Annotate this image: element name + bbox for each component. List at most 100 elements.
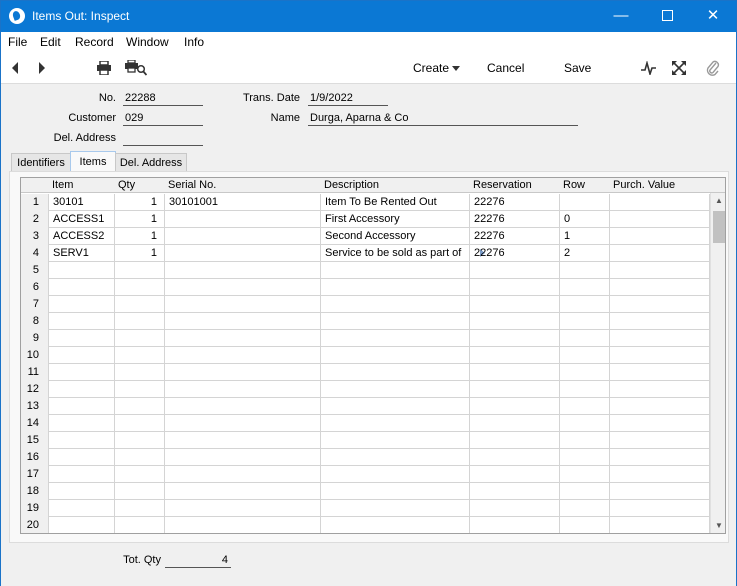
cell-reservation[interactable] — [470, 500, 560, 517]
cell-reservation[interactable]: 22276 — [470, 228, 560, 245]
cell-purch-value[interactable] — [610, 364, 710, 381]
cell-purch-value[interactable] — [610, 432, 710, 449]
cell-item[interactable] — [49, 330, 115, 347]
cell-serial-no[interactable] — [165, 279, 321, 296]
cell-description[interactable]: First Accessory — [321, 211, 470, 228]
cell-serial-no[interactable] — [165, 432, 321, 449]
table-row[interactable]: 11 — [21, 364, 710, 381]
cell-purch-value[interactable] — [610, 245, 710, 262]
cell-row[interactable]: 1 — [560, 228, 610, 245]
cell-purch-value[interactable] — [610, 296, 710, 313]
column-header-row[interactable]: Row — [563, 179, 585, 191]
del-address-field[interactable] — [123, 132, 203, 146]
cell-qty[interactable] — [115, 364, 165, 381]
cell-description[interactable] — [321, 313, 470, 330]
cell-serial-no[interactable] — [165, 313, 321, 330]
table-row[interactable]: 10 — [21, 347, 710, 364]
cell-item[interactable] — [49, 483, 115, 500]
cell-item[interactable] — [49, 296, 115, 313]
table-row[interactable]: 6 — [21, 279, 710, 296]
cell-description[interactable] — [321, 364, 470, 381]
cell-row[interactable] — [560, 347, 610, 364]
table-row[interactable]: 19 — [21, 500, 710, 517]
arrow-right-icon[interactable] — [37, 61, 47, 75]
name-field[interactable]: Durga, Aparna & Co — [308, 112, 578, 126]
cell-item[interactable] — [49, 415, 115, 432]
column-header-purch-value[interactable]: Purch. Value — [613, 179, 675, 191]
table-row[interactable]: 7 — [21, 296, 710, 313]
cell-row[interactable] — [560, 500, 610, 517]
cell-description[interactable] — [321, 415, 470, 432]
cell-reservation[interactable] — [470, 313, 560, 330]
cell-qty[interactable]: 1 — [115, 194, 165, 211]
cell-row[interactable] — [560, 449, 610, 466]
activity-icon[interactable] — [641, 61, 656, 75]
cell-row[interactable] — [560, 466, 610, 483]
cell-item[interactable] — [49, 381, 115, 398]
table-row[interactable]: 2 ACCESS1 1 First Accessory 22276 0 — [21, 211, 710, 228]
cell-description[interactable] — [321, 466, 470, 483]
cell-row[interactable] — [560, 364, 610, 381]
paperclip-icon[interactable] — [706, 59, 720, 77]
column-header-serial-no[interactable]: Serial No. — [168, 179, 216, 191]
cell-description[interactable] — [321, 500, 470, 517]
cell-reservation[interactable] — [470, 279, 560, 296]
cell-reservation[interactable]: 22276 — [470, 245, 560, 262]
cell-reservation[interactable] — [470, 483, 560, 500]
save-button[interactable]: Save — [564, 61, 591, 75]
cell-serial-no[interactable] — [165, 296, 321, 313]
table-row[interactable]: 13 — [21, 398, 710, 415]
chevron-down-icon[interactable] — [452, 66, 460, 71]
cell-reservation[interactable] — [470, 347, 560, 364]
cell-serial-no[interactable] — [165, 330, 321, 347]
cell-qty[interactable]: 1 — [115, 228, 165, 245]
cell-reservation[interactable] — [470, 262, 560, 279]
cell-description[interactable] — [321, 398, 470, 415]
cell-purch-value[interactable] — [610, 194, 710, 211]
cell-item[interactable]: SERV1 — [49, 245, 115, 262]
cell-serial-no[interactable] — [165, 228, 321, 245]
column-header-qty[interactable]: Qty — [118, 179, 135, 191]
cell-reservation[interactable] — [470, 381, 560, 398]
cell-description[interactable] — [321, 517, 470, 533]
scroll-down-icon[interactable]: ▼ — [711, 518, 725, 533]
cancel-button[interactable]: Cancel — [487, 61, 524, 75]
cell-item[interactable] — [49, 347, 115, 364]
cell-purch-value[interactable] — [610, 279, 710, 296]
cell-qty[interactable] — [115, 279, 165, 296]
cell-purch-value[interactable] — [610, 449, 710, 466]
cell-item[interactable]: ACCESS2 — [49, 228, 115, 245]
cell-qty[interactable] — [115, 517, 165, 533]
table-row[interactable]: 4 SERV1 1 Service to be sold as part of 2227… — [21, 245, 710, 262]
table-row[interactable]: 16 — [21, 449, 710, 466]
cell-item[interactable]: ACCESS1 — [49, 211, 115, 228]
cell-reservation[interactable] — [470, 296, 560, 313]
cell-purch-value[interactable] — [610, 262, 710, 279]
cell-item[interactable] — [49, 517, 115, 533]
cell-row[interactable] — [560, 381, 610, 398]
cell-description[interactable] — [321, 347, 470, 364]
cell-description[interactable] — [321, 296, 470, 313]
trans-date-field[interactable]: 1/9/2022 — [308, 92, 388, 106]
cell-reservation[interactable] — [470, 398, 560, 415]
table-row[interactable]: 17 — [21, 466, 710, 483]
table-row[interactable]: 5 — [21, 262, 710, 279]
cell-reservation[interactable] — [470, 432, 560, 449]
table-row[interactable]: 3 ACCESS2 1 Second Accessory 22276 1 — [21, 228, 710, 245]
cell-serial-no[interactable] — [165, 381, 321, 398]
cell-row[interactable] — [560, 398, 610, 415]
cell-serial-no[interactable] — [165, 415, 321, 432]
table-row[interactable]: 8 — [21, 313, 710, 330]
cell-serial-no[interactable] — [165, 364, 321, 381]
tab-identifiers[interactable]: Identifiers — [11, 153, 71, 172]
tab-del-address[interactable]: Del. Address — [115, 153, 187, 172]
cell-row[interactable]: 0 — [560, 211, 610, 228]
cell-item[interactable] — [49, 313, 115, 330]
cell-description[interactable] — [321, 262, 470, 279]
cell-reservation[interactable] — [470, 449, 560, 466]
cell-qty[interactable] — [115, 262, 165, 279]
cell-qty[interactable] — [115, 449, 165, 466]
create-button[interactable]: Create — [413, 61, 449, 75]
cell-row[interactable] — [560, 483, 610, 500]
menu-info[interactable]: Info — [184, 35, 204, 49]
